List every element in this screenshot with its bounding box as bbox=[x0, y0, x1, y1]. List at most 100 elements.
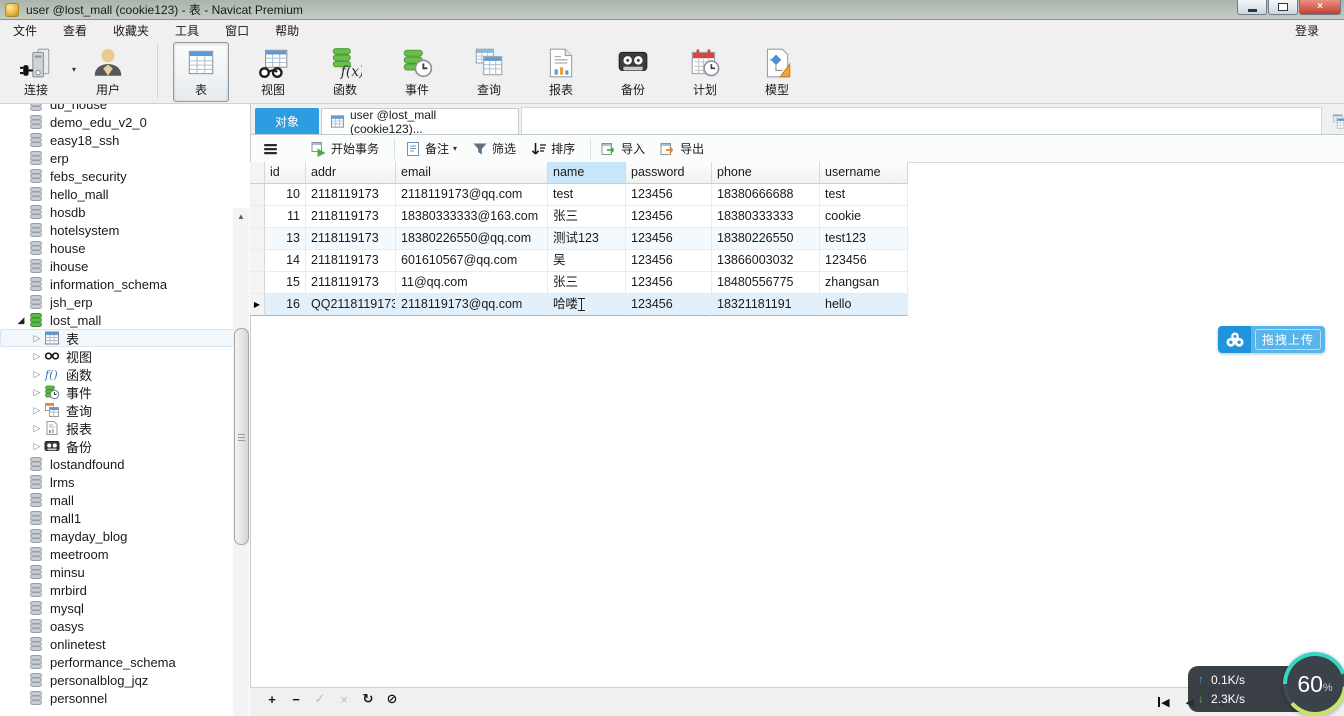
tab-objects[interactable]: 对象 bbox=[255, 108, 319, 134]
performance-circle-overlay[interactable]: 60 % bbox=[1283, 652, 1344, 716]
gridbar-begin-button[interactable]: 开始事务 bbox=[311, 140, 379, 157]
query-button[interactable]: 查询 bbox=[461, 42, 517, 102]
sidebar-item[interactable]: ▷ 表 bbox=[0, 329, 248, 347]
column-header-email[interactable]: email bbox=[396, 162, 548, 184]
grid-cell[interactable]: cookie bbox=[820, 206, 908, 228]
sidebar-item[interactable]: ▷ 备份 bbox=[0, 437, 250, 455]
expand-arrow-icon[interactable]: ▷ bbox=[30, 387, 44, 398]
schedule-button[interactable]: 计划 bbox=[677, 42, 733, 102]
table-row[interactable]: 10 2118119173 2118119173@qq.com test 123456 1… bbox=[250, 184, 908, 206]
grid-cell[interactable]: 123456 bbox=[626, 294, 712, 316]
sidebar-item[interactable]: minsu bbox=[0, 563, 250, 581]
grid-cell[interactable]: QQ2118119173 bbox=[306, 294, 396, 316]
row-selector-header[interactable] bbox=[250, 162, 265, 184]
dropdown-arrow-icon[interactable]: ▾ bbox=[453, 144, 457, 153]
restore-button[interactable] bbox=[1268, 0, 1298, 15]
view-button[interactable]: 视图 bbox=[245, 42, 301, 102]
drag-upload-widget[interactable]: 拖拽上传 bbox=[1218, 326, 1325, 353]
sidebar-item[interactable]: hello_mall bbox=[0, 185, 250, 203]
grid-cell[interactable]: test bbox=[820, 184, 908, 206]
grid-cell[interactable]: 10 bbox=[265, 184, 306, 206]
grid-cell[interactable]: 15 bbox=[265, 272, 306, 294]
menu-item[interactable]: 收藏夹 bbox=[100, 20, 162, 40]
table-row[interactable]: 13 2118119173 18380226550@qq.com 测试123 12345… bbox=[250, 228, 908, 250]
gridbar-sort-button[interactable]: 排序 bbox=[531, 140, 575, 157]
grid-cell[interactable]: 123456 bbox=[626, 228, 712, 250]
sidebar-item[interactable]: onlinetest bbox=[0, 635, 250, 653]
grid-cell[interactable]: 601610567@qq.com bbox=[396, 250, 548, 272]
sidebar-item[interactable]: oasys bbox=[0, 617, 250, 635]
sidebar-item[interactable]: ▷ 函数 bbox=[0, 365, 250, 383]
grid-cell[interactable]: 18480556775 bbox=[712, 272, 820, 294]
grid-cell[interactable]: 123456 bbox=[626, 184, 712, 206]
grid-cell[interactable]: 张三 bbox=[548, 272, 626, 294]
stop-button[interactable]: ⊘ bbox=[380, 691, 404, 707]
grid-cell[interactable]: 哈喽 bbox=[548, 294, 626, 316]
gridbar-note-button[interactable]: 备注 ▾ bbox=[405, 140, 457, 157]
sidebar-item[interactable]: performance_schema bbox=[0, 653, 250, 671]
sidebar-item[interactable]: information_schema bbox=[0, 275, 250, 293]
grid-cell[interactable]: 2118119173 bbox=[306, 272, 396, 294]
column-header-name[interactable]: name bbox=[548, 162, 626, 184]
grid-cell[interactable]: 吴 bbox=[548, 250, 626, 272]
sidebar-item[interactable]: mall1 bbox=[0, 509, 250, 527]
grid-cell[interactable]: 18380333333 bbox=[712, 206, 820, 228]
menu-login[interactable]: 登录 bbox=[1282, 20, 1332, 40]
sidebar-item[interactable]: hosdb bbox=[0, 203, 250, 221]
report-button[interactable]: 报表 bbox=[533, 42, 589, 102]
connection-button[interactable]: ▾ 连接 bbox=[8, 42, 76, 102]
sidebar-item[interactable]: house bbox=[0, 239, 250, 257]
sidebar-item[interactable]: ◢ lost_mall bbox=[0, 311, 250, 329]
sidebar-item[interactable]: ihouse bbox=[0, 257, 250, 275]
row-selector[interactable] bbox=[250, 184, 265, 206]
menu-item[interactable]: 工具 bbox=[162, 20, 212, 40]
sidebar-item[interactable]: erp bbox=[0, 149, 250, 167]
scrollbar-thumb[interactable] bbox=[234, 328, 249, 545]
row-selector[interactable] bbox=[250, 272, 265, 294]
grid-cell[interactable]: 123456 bbox=[626, 272, 712, 294]
sidebar-item[interactable]: easy18_ssh bbox=[0, 131, 250, 149]
sidebar-item[interactable]: db_house bbox=[0, 104, 250, 113]
row-selector[interactable] bbox=[250, 228, 265, 250]
column-header-id[interactable]: id bbox=[265, 162, 306, 184]
grid-cell[interactable]: 张三 bbox=[548, 206, 626, 228]
grid-cell[interactable]: 18380226550 bbox=[712, 228, 820, 250]
grid-cell[interactable]: 14 bbox=[265, 250, 306, 272]
table-button[interactable]: 表 bbox=[173, 42, 229, 102]
refresh-button[interactable]: ↻ bbox=[356, 691, 380, 707]
expand-arrow-icon[interactable]: ▷ bbox=[30, 351, 44, 362]
close-button[interactable]: × bbox=[1299, 0, 1341, 15]
minimize-button[interactable] bbox=[1237, 0, 1267, 15]
row-selector[interactable] bbox=[250, 250, 265, 272]
column-header-username[interactable]: username bbox=[820, 162, 908, 184]
scroll-up-icon[interactable]: ▲ bbox=[233, 208, 249, 224]
row-selector[interactable]: ▶ bbox=[250, 294, 265, 316]
table-row[interactable]: 11 2118119173 18380333333@163.com 张三 123456 1… bbox=[250, 206, 908, 228]
sidebar-item[interactable]: hotelsystem bbox=[0, 221, 250, 239]
grid-cell[interactable]: hello bbox=[820, 294, 908, 316]
sidebar-item[interactable]: demo_edu_v2_0 bbox=[0, 113, 250, 131]
model-button[interactable]: 模型 bbox=[749, 42, 805, 102]
sidebar-item[interactable]: personalblog_jqz bbox=[0, 671, 250, 689]
grid-cell[interactable]: 123456 bbox=[820, 250, 908, 272]
grid-cell[interactable]: 2118119173 bbox=[306, 228, 396, 250]
grid-cell[interactable]: 11 bbox=[265, 206, 306, 228]
gridbar-filter-button[interactable]: 筛选 bbox=[472, 140, 516, 157]
table-row[interactable]: ▶ 16 QQ2118119173 2118119173@qq.com 哈喽 123456… bbox=[250, 294, 908, 316]
expand-arrow-icon[interactable]: ▷ bbox=[30, 333, 44, 344]
sidebar-scrollbar[interactable]: ▲ ▼ bbox=[233, 208, 249, 716]
grid-cell[interactable]: 18380226550@qq.com bbox=[396, 228, 548, 250]
grid-cell[interactable]: 测试123 bbox=[548, 228, 626, 250]
column-header-password[interactable]: password bbox=[626, 162, 712, 184]
dropdown-arrow-icon[interactable]: ▾ bbox=[72, 65, 76, 74]
grid-cell[interactable]: 123456 bbox=[626, 250, 712, 272]
grid-cell[interactable]: 18380333333@163.com bbox=[396, 206, 548, 228]
grid-cell[interactable]: 13 bbox=[265, 228, 306, 250]
function-button[interactable]: 函数 bbox=[317, 42, 373, 102]
table-row[interactable]: 14 2118119173 601610567@qq.com 吴 123456 13866… bbox=[250, 250, 908, 272]
grid-cell[interactable]: test123 bbox=[820, 228, 908, 250]
sidebar-item[interactable]: ▷ 查询 bbox=[0, 401, 250, 419]
first-record-button[interactable]: ◀ bbox=[1158, 696, 1170, 709]
sidebar-item[interactable]: mayday_blog bbox=[0, 527, 250, 545]
collapse-arrow-icon[interactable]: ◢ bbox=[14, 315, 28, 326]
